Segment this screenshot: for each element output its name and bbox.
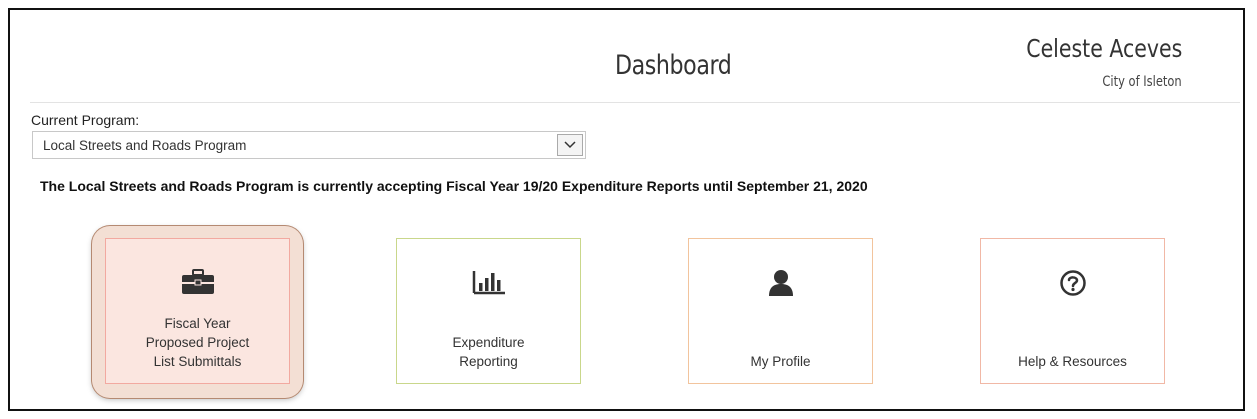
tile-label: My Profile <box>750 354 811 369</box>
tile-help-resources[interactable]: Help & Resources <box>980 238 1165 384</box>
header: Dashboard Celeste Aceves City of Isleton <box>30 20 1240 103</box>
chevron-down-icon <box>564 141 576 149</box>
page-title: Dashboard <box>615 50 732 81</box>
program-select-value: Local Streets and Roads Program <box>43 138 247 153</box>
program-notice: The Local Streets and Roads Program is c… <box>40 178 868 194</box>
briefcase-icon <box>106 269 289 295</box>
question-circle-icon <box>981 269 1164 297</box>
user-name[interactable]: Celeste Aceves <box>1026 34 1182 63</box>
user-organization: City of Isleton <box>1102 74 1182 90</box>
tile-label: Expenditure Reporting <box>452 335 525 369</box>
user-icon <box>689 269 872 297</box>
tile-expenditure-reporting[interactable]: Expenditure Reporting <box>396 238 581 384</box>
current-program-label: Current Program: <box>31 112 140 128</box>
tile-label: Help & Resources <box>1018 354 1127 369</box>
tile-proposed-project-list[interactable]: Fiscal Year Proposed Project List Submit… <box>105 238 290 384</box>
dropdown-button[interactable] <box>557 134 583 156</box>
bar-chart-icon <box>397 269 580 295</box>
tile-label: Fiscal Year Proposed Project List Submit… <box>145 316 250 369</box>
tile-my-profile[interactable]: My Profile <box>688 238 873 384</box>
program-select[interactable]: Local Streets and Roads Program <box>32 131 586 159</box>
